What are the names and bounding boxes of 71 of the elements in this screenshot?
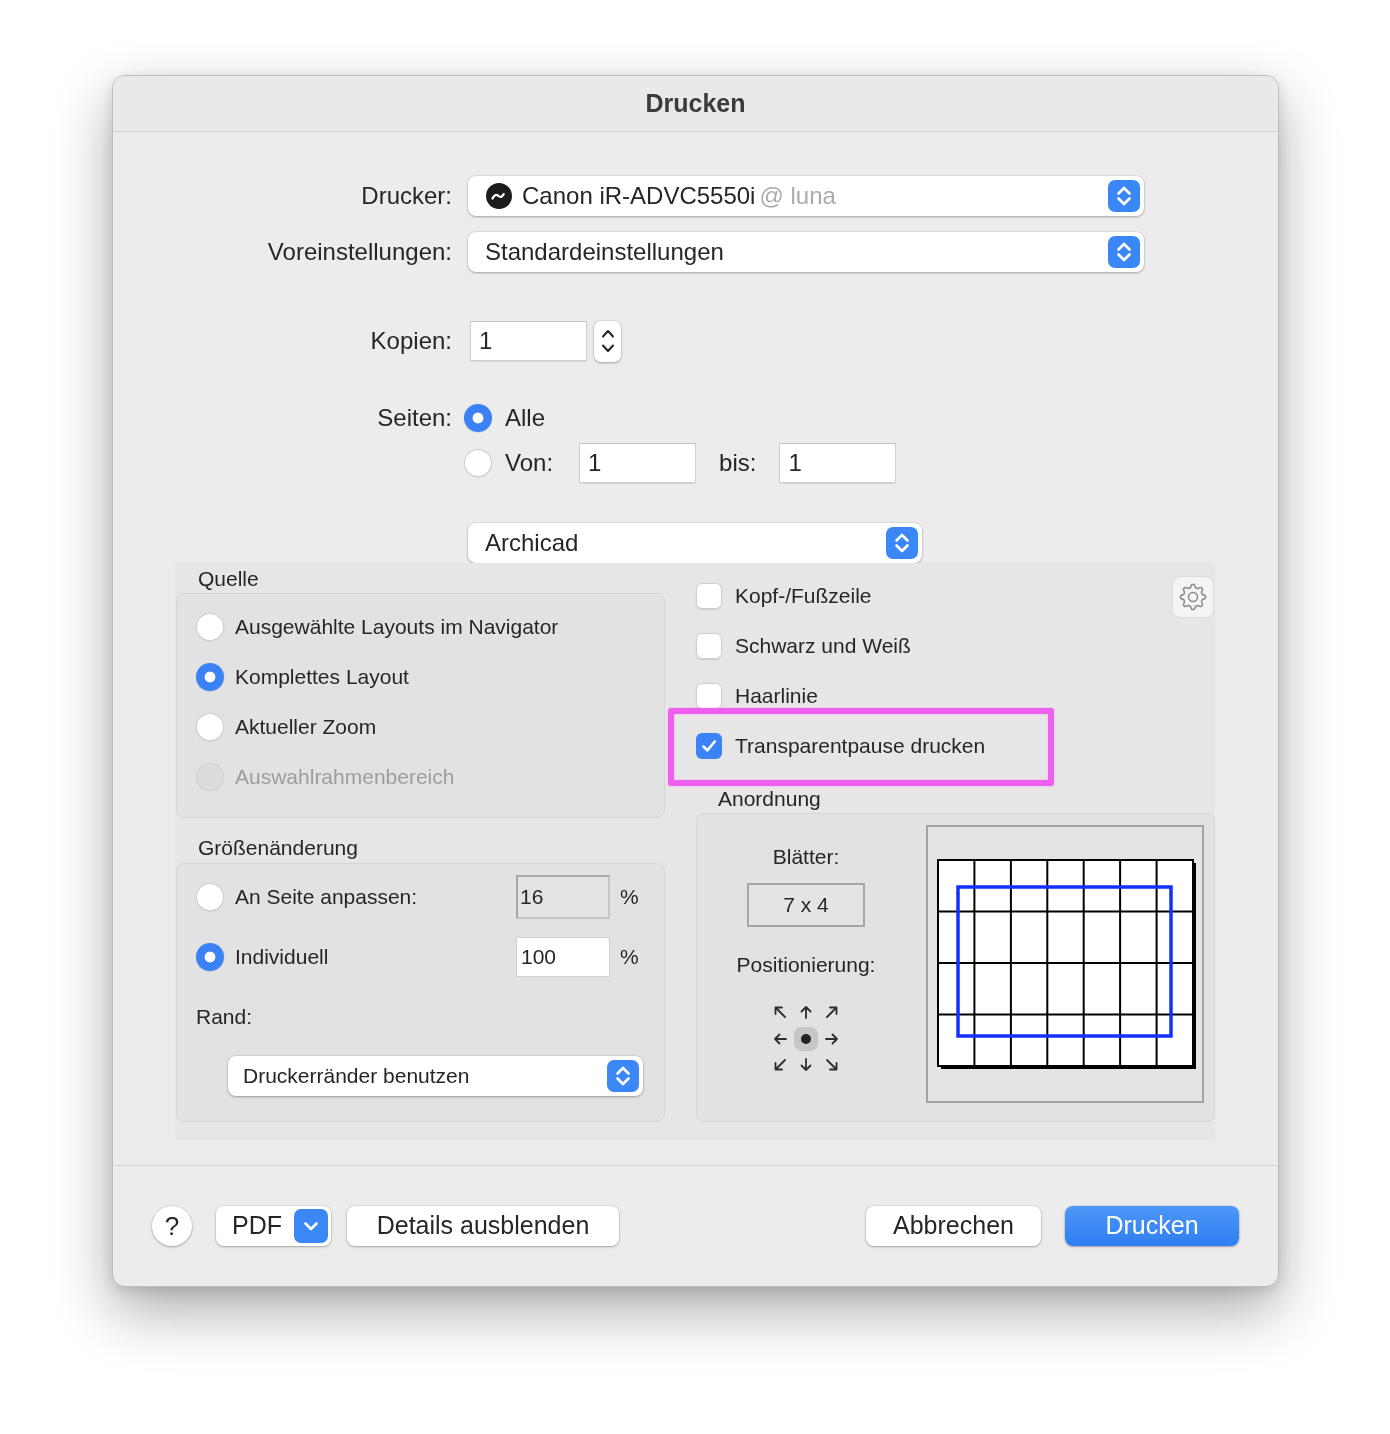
radio-label: Aktueller Zoom [235,714,377,741]
section-popup[interactable]: Archicad [468,523,922,563]
arrow-down-right-icon[interactable] [825,1058,839,1073]
arrow-down-left-icon[interactable] [773,1058,787,1073]
radio-label: Komplettes Layout [235,664,409,691]
updown-chevron-icon [1108,236,1140,268]
radio-label: Alle [505,403,546,433]
checkbox-label: Schwarz und Weiß [735,633,911,660]
checkbox[interactable] [696,733,722,759]
field-label: bis: [719,448,757,478]
field-label: Rand: [195,1005,254,1029]
checkbox[interactable] [696,583,722,609]
checkbox-label: Kopf-/Fußzeile [735,583,872,610]
margin-popup[interactable]: Druckerränder benutzen [228,1056,643,1096]
copies-stepper[interactable] [594,320,621,362]
updown-chevron-icon [1108,180,1140,212]
updown-chevron-icon [607,1060,639,1092]
help-button[interactable]: ? [152,1206,192,1246]
cancel-button[interactable]: Abbrechen [866,1206,1041,1246]
chevron-up-icon[interactable] [600,328,615,338]
radio-button[interactable] [196,663,224,691]
wave-circle-icon [486,183,512,209]
checkbox-label: Transparentpause drucken [735,733,986,760]
field-label: Drucker: [360,181,452,211]
radio-label: Individuell [235,944,330,971]
page-to-field[interactable]: 1 [779,443,897,483]
field-label: Voreinstellungen: [266,237,452,267]
chevron-down-icon [294,1209,328,1243]
unit-label: % [620,884,639,911]
printer-popup[interactable]: Canon iR-ADVC5550i @ luna [468,176,1144,216]
radio-label: Auswahlrahmenbereich [235,764,455,791]
radio-label: An Seite anpassen: [235,884,419,911]
scale-field[interactable]: 100 [516,937,610,977]
pdf-menu-button[interactable]: PDF [216,1206,331,1246]
arrow-down-icon[interactable] [799,1058,813,1073]
radio-label: Von: [505,448,554,478]
hide-details-button[interactable]: Details ausblenden [347,1206,619,1246]
radio-button[interactable] [196,943,224,971]
checkmark-icon [700,737,718,755]
checkbox[interactable] [696,683,722,709]
arrow-right-icon[interactable] [825,1031,839,1046]
field-label: Blätter: [772,845,840,869]
updown-chevron-icon [886,527,918,559]
radio-button[interactable] [196,613,224,641]
field-label: Kopien: [369,326,452,356]
arrow-up-left-icon[interactable] [773,1005,787,1020]
field-label: Positionierung: [736,953,876,977]
radio-button[interactable] [464,404,492,432]
group-title: Anordnung [717,787,822,811]
copies-field[interactable]: 1 [470,321,587,361]
scale-field[interactable]: 16 [516,875,610,919]
radio-button[interactable] [196,713,224,741]
settings-button[interactable] [1172,576,1214,618]
arrow-up-right-icon[interactable] [825,1005,839,1020]
settings-icon [1178,582,1208,612]
arrow-up-icon[interactable] [799,1005,813,1020]
chevron-down-icon[interactable] [600,344,615,354]
group-title: Größenänderung [197,836,359,860]
radio-label: Ausgewählte Layouts im Navigator [235,614,559,641]
checkbox[interactable] [696,633,722,659]
checkbox-label: Haarlinie [735,683,818,710]
window-title: Drucken [645,87,746,119]
unit-label: % [620,944,639,971]
field-label: Seiten: [376,403,452,433]
radio-button[interactable] [464,449,492,477]
arrow-left-icon[interactable] [773,1031,787,1046]
radio-button[interactable] [196,883,224,911]
sheet-count-field: 7 x 4 [747,883,865,927]
group-title: Quelle [197,567,260,591]
page-from-field[interactable]: 1 [579,443,697,483]
presets-popup[interactable]: Standardeinstellungen [468,232,1144,272]
